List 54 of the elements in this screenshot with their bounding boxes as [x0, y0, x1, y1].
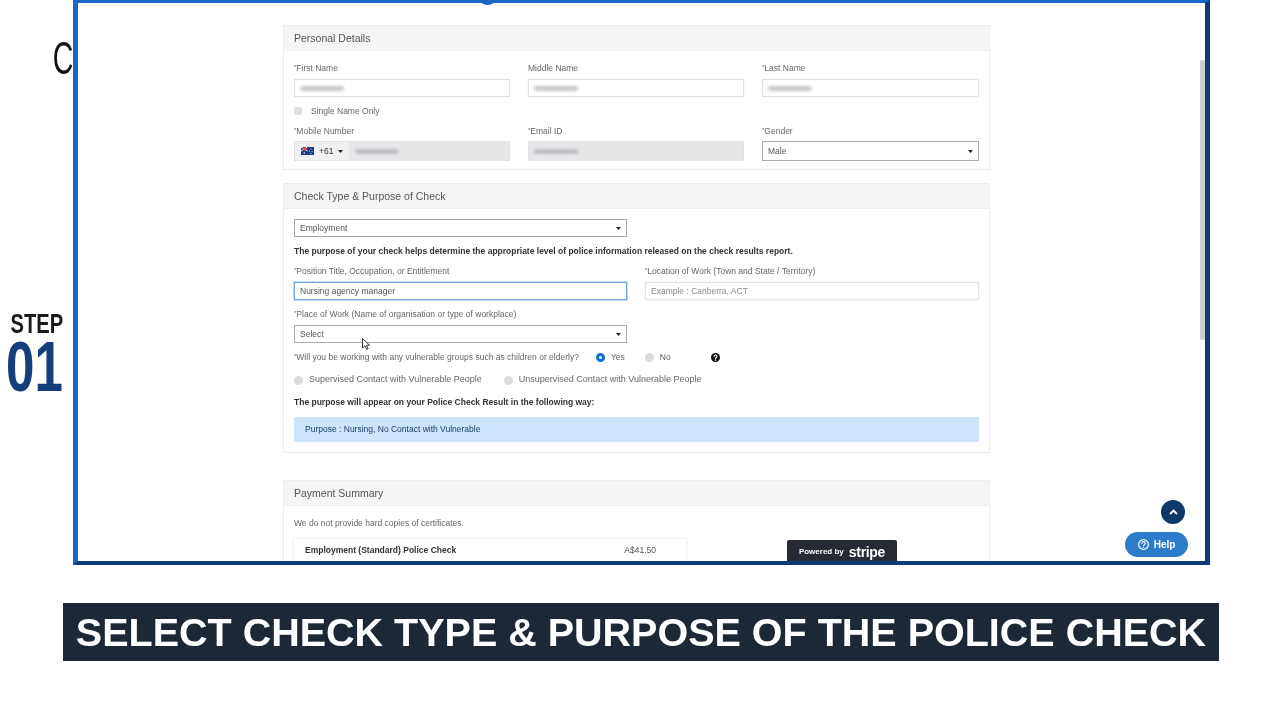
checkbox[interactable] [294, 107, 302, 115]
radio-label: Yes [610, 350, 625, 364]
field-label: $^{*}$Last Name [762, 63, 807, 74]
caption-banner: SELECT CHECK TYPE & PURPOSE OF THE POLICE CHECK [63, 603, 1219, 661]
text-field[interactable] [294, 79, 510, 97]
panel-title: Check Type & Purpose of Check [284, 184, 989, 209]
radio-label: Unsupervised Contact with Vulnerable People [518, 373, 702, 387]
help-icon [710, 352, 720, 362]
radio-button[interactable] [294, 375, 303, 385]
radio-label: Supervised Contact with Vulnerable People [309, 373, 482, 387]
dropdown-select[interactable]: Select [294, 325, 627, 343]
letter-text: C [52, 35, 73, 81]
stripe-badge[interactable]: Powered by stripe [787, 540, 897, 561]
field-label: $^{*}$Mobile Number [294, 126, 355, 137]
purpose-alert: Purpose : Nursing, No Contact with Vulnerable [294, 417, 979, 442]
mouse-pointer-icon [362, 338, 370, 350]
caret-icon [616, 332, 621, 336]
scroll-top-button[interactable] [1161, 500, 1185, 524]
caret-icon [968, 149, 973, 153]
checkbox-label: Single Name Only [311, 104, 380, 118]
field-label: $^{*}$Place of Work (Name of organisation or type of workplace) [294, 309, 518, 320]
caret-icon [338, 149, 344, 153]
panel-title: Payment Summary [284, 481, 989, 506]
chevron-up-icon [1168, 509, 1178, 515]
panel-title: Personal Details [284, 26, 989, 51]
help-button[interactable]: Help [1125, 532, 1188, 557]
info-text: The purpose of your check helps determine the appropriate level of police information released on the check results report. [294, 246, 794, 256]
caret-icon [616, 226, 621, 230]
note-text: We do not provide hard copies of certificates. [294, 518, 465, 528]
field-label: Middle Name [528, 63, 580, 74]
scrollbar[interactable] [1200, 60, 1205, 340]
dropdown-select[interactable]: Employment [294, 219, 627, 237]
text-field[interactable] [762, 79, 979, 97]
radio-button[interactable] [644, 352, 654, 362]
item-name: Employment (Standard) Police Check [305, 545, 457, 555]
field-label: $^{*}$Gender [762, 126, 794, 137]
text-input[interactable]: Example : Canberra, ACT [645, 282, 979, 300]
step-label: STEP [10, 312, 63, 336]
field-label: $^{*}$Position Title, Occupation, or Entitlement [294, 266, 451, 277]
radio-label: No [659, 350, 671, 364]
field-label: $^{*}$Email ID [528, 126, 564, 137]
step-number: 01 [6, 340, 63, 394]
field-label: $^{*}$First Name [294, 63, 339, 74]
flag-icon [301, 147, 314, 155]
info-text: The purpose will appear on your Police Check Result in the following way: [294, 397, 596, 407]
text-input[interactable]: Nursing agency manager [294, 282, 627, 300]
text-field[interactable] [528, 79, 744, 97]
help-icon [1137, 539, 1149, 550]
radio-button[interactable] [503, 375, 513, 385]
field-label: $^{*}$Will you be working with any vulnerable groups such as children or elderly? [294, 351, 579, 363]
dropdown-select[interactable]: Male [762, 141, 979, 161]
field-label: $^{*}$Location of Work (Town and State / Territory) [645, 266, 817, 277]
radio-button[interactable] [595, 352, 605, 362]
item-price: A$41.50 [624, 545, 656, 555]
